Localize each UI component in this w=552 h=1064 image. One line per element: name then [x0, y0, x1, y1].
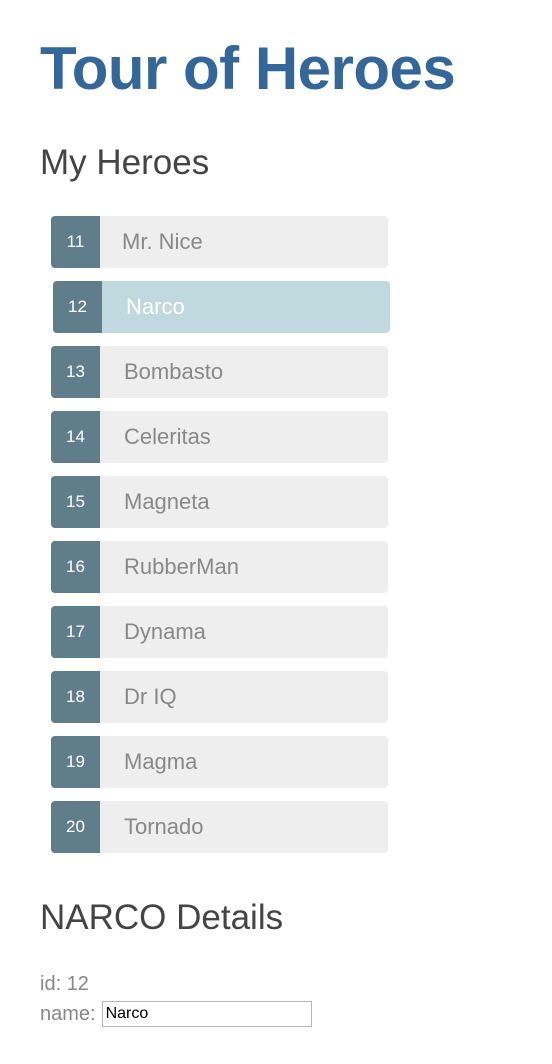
hero-name-input[interactable] [101, 1001, 312, 1027]
hero-item-selected[interactable]: 12 Narco [53, 281, 390, 333]
id-label: id: [40, 973, 62, 995]
hero-item[interactable]: 14 Celeritas [51, 411, 388, 463]
hero-id-badge: 12 [53, 281, 102, 333]
hero-item[interactable]: 16 RubberMan [51, 541, 388, 593]
hero-id-badge: 16 [51, 541, 100, 593]
hero-id-badge: 11 [51, 216, 100, 268]
hero-id-badge: 13 [51, 346, 100, 398]
hero-id-badge: 18 [51, 671, 100, 723]
hero-name: Bombasto [124, 359, 224, 384]
heroes-list: 11 Mr. Nice 12 Narco 13 Bombasto 14 Cele… [51, 216, 390, 866]
id-value: 12 [66, 973, 89, 995]
hero-item[interactable]: 15 Magneta [51, 476, 388, 528]
hero-name: Magneta [124, 489, 210, 514]
hero-id-badge: 17 [51, 606, 100, 658]
hero-id-badge: 20 [51, 801, 100, 853]
hero-id-badge: 14 [51, 411, 100, 463]
hero-id-badge: 19 [51, 736, 100, 788]
hero-item[interactable]: 13 Bombasto [51, 346, 388, 398]
hero-name: Dynama [124, 619, 206, 644]
hero-name: Magma [124, 749, 198, 774]
hero-item[interactable]: 19 Magma [51, 736, 388, 788]
hero-name: Tornado [124, 814, 204, 839]
hero-name: Mr. Nice [122, 229, 203, 254]
hero-item[interactable]: 20 Tornado [51, 801, 388, 853]
name-label: name: [40, 1002, 96, 1025]
hero-item[interactable]: 18 Dr IQ [51, 671, 388, 723]
hero-name-line: name: [40, 1001, 312, 1027]
hero-name: Celeritas [124, 424, 211, 449]
hero-id-line: id: 12 [40, 973, 89, 996]
hero-item[interactable]: 17 Dynama [51, 606, 388, 658]
hero-item[interactable]: 11 Mr. Nice [51, 216, 388, 268]
app-title: Tour of Heroes [40, 35, 456, 102]
hero-id-badge: 15 [51, 476, 100, 528]
hero-name: Dr IQ [124, 684, 177, 709]
heroes-heading: My Heroes [40, 143, 210, 182]
hero-name: Narco [126, 294, 185, 319]
details-heading: NARCO Details [40, 898, 284, 937]
hero-name: RubberMan [124, 554, 239, 579]
